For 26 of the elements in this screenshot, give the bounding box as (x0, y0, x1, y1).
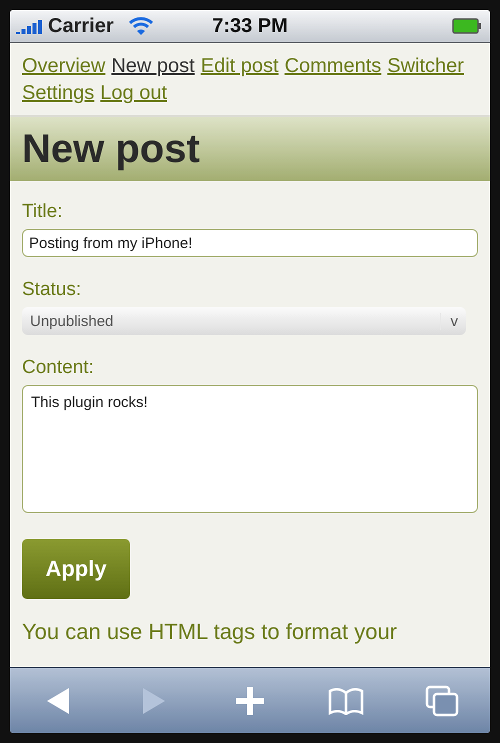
page-title: New post (22, 126, 200, 172)
nav-link[interactable]: Overview (22, 55, 106, 78)
book-icon (328, 686, 364, 714)
back-icon (45, 686, 71, 716)
signal-icon (16, 18, 44, 34)
battery-icon (452, 18, 482, 34)
plus-icon (236, 686, 264, 714)
forward-icon (141, 686, 167, 716)
carrier-name: Carrier (48, 14, 114, 38)
content-field[interactable]: This plugin rocks! (22, 385, 478, 513)
nav-link[interactable]: Edit post (200, 55, 279, 78)
help-text: You can use HTML tags to format your (22, 619, 398, 645)
field-label: Status: (22, 279, 82, 301)
title-field[interactable]: Posting from my iPhone! (22, 229, 478, 257)
nav-link[interactable]: New post (111, 55, 195, 78)
wifi-icon (128, 16, 154, 36)
clock-time: 7:33 PM (212, 14, 288, 38)
nav-link[interactable]: Comments (284, 55, 382, 78)
nav-link[interactable]: Log out (100, 82, 167, 105)
field-label: Content: (22, 357, 95, 379)
apply-button[interactable]: Apply (22, 539, 130, 599)
nav-link[interactable]: Switcher (387, 55, 464, 78)
pages-icon (425, 684, 459, 716)
nav-link[interactable]: Settings (22, 82, 94, 105)
field-label: Title: (22, 201, 64, 223)
status-select[interactable]: Unpublished v (22, 307, 466, 335)
